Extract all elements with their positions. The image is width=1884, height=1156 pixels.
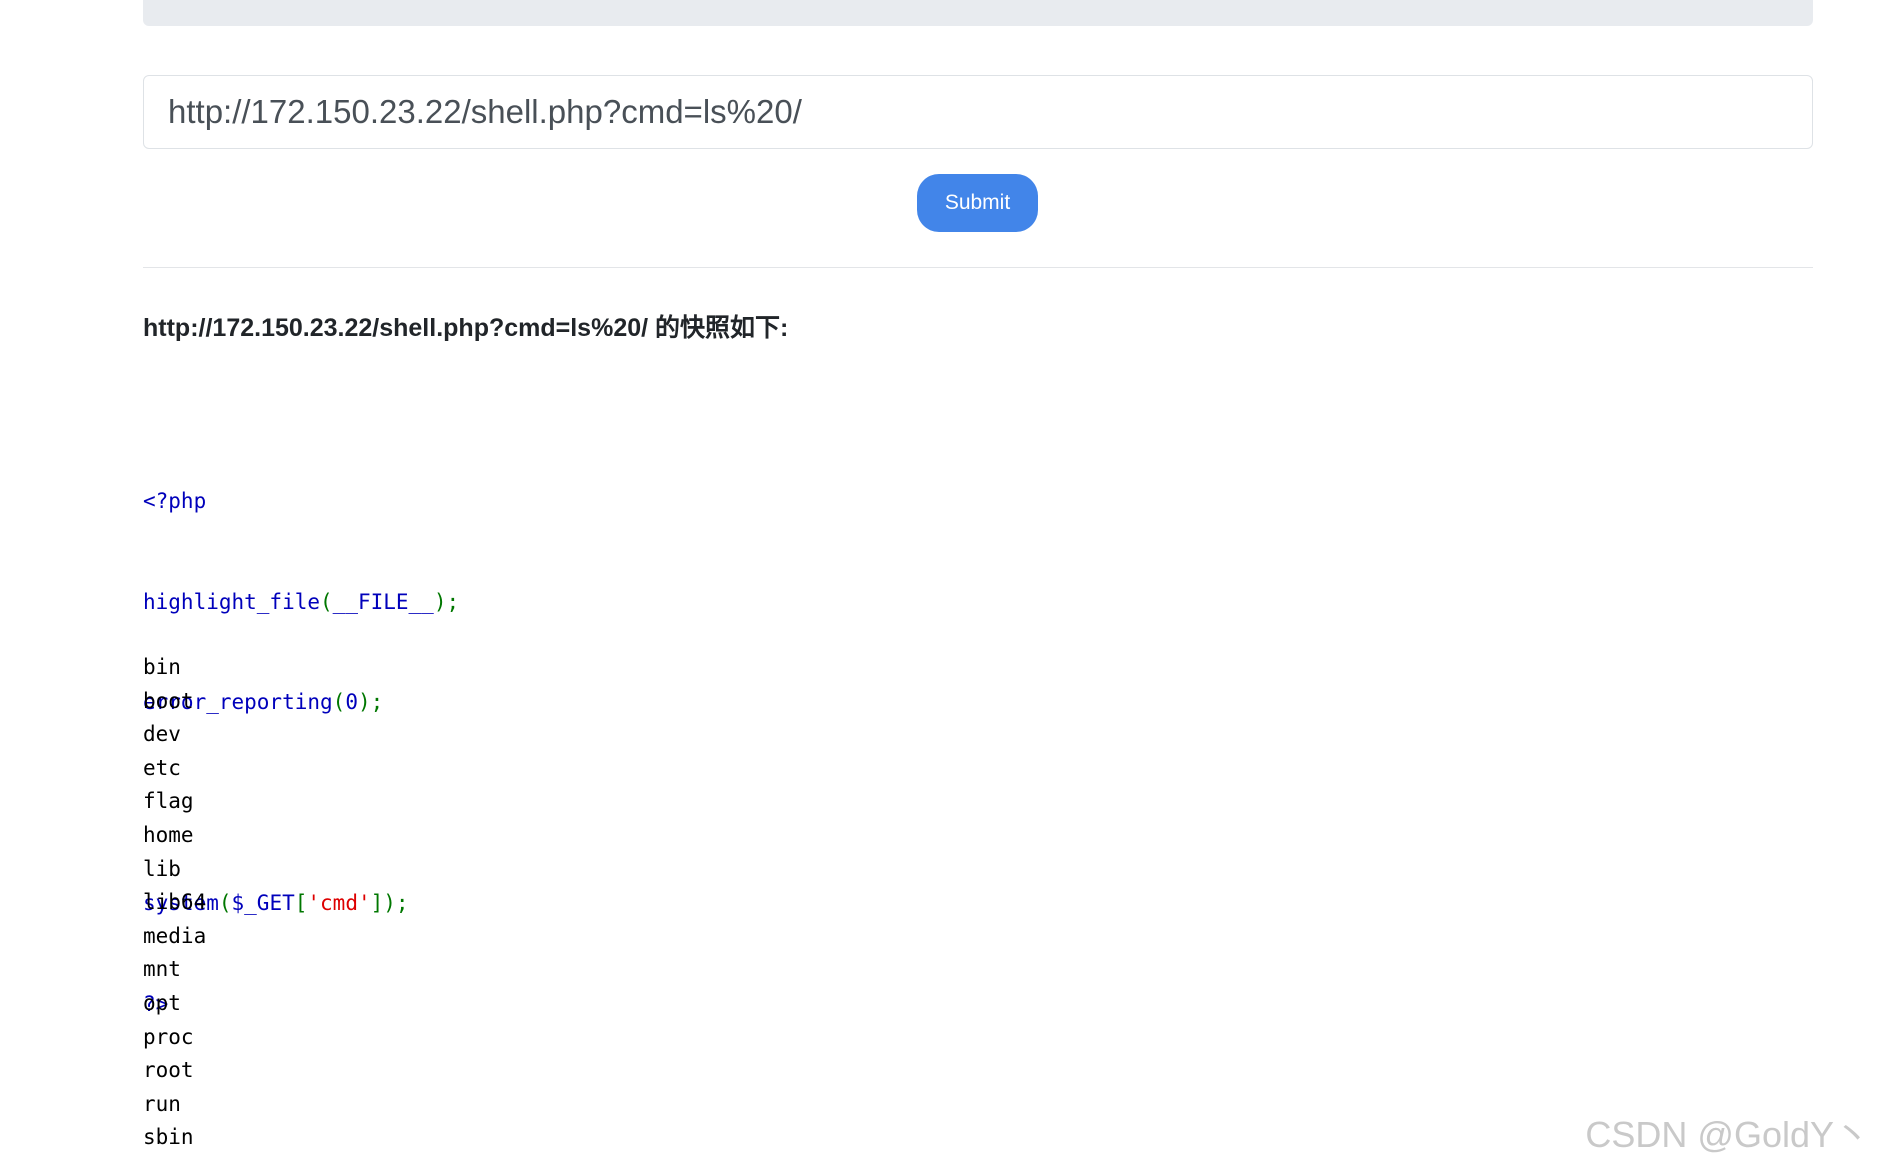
output-line: proc (143, 1024, 194, 1049)
code-punctuation: ( (320, 589, 333, 614)
output-line: flag (143, 789, 194, 814)
code-punctuation: ); (433, 589, 460, 614)
code-variable: $_GET (231, 891, 295, 915)
output-line: media (143, 923, 207, 948)
code-constant: __FILE__ (332, 589, 434, 614)
output-line: opt (143, 990, 181, 1015)
code-punctuation: ( (218, 891, 232, 915)
submit-button[interactable]: Submit (917, 174, 1038, 232)
page: Submit http://172.150.23.22/shell.php?cm… (0, 0, 1884, 1156)
output-line: home (143, 822, 194, 847)
divider (143, 267, 1813, 268)
output-line: sbin (143, 1125, 194, 1150)
output-line: etc (143, 755, 181, 780)
output-line: dev (143, 722, 181, 747)
code-punctuation: ); (357, 690, 384, 714)
command-output: bin boot dev etc flag home lib lib64 med… (143, 651, 206, 1155)
top-panel-edge (143, 0, 1813, 26)
output-line: run (143, 1091, 181, 1116)
php-open-tag: <?php (143, 489, 207, 513)
snapshot-heading: http://172.150.23.22/shell.php?cmd=ls%20… (143, 314, 789, 342)
url-input[interactable] (143, 75, 1813, 149)
output-line: boot (143, 688, 194, 713)
code-line: highlight_file(__FILE__); (143, 586, 459, 620)
code-line: <?php (143, 485, 459, 519)
output-line: mnt (143, 957, 181, 982)
code-number: 0 (345, 690, 358, 714)
code-punctuation: ( (332, 690, 346, 714)
output-line: lib64 (143, 890, 207, 915)
output-line: lib (143, 856, 181, 881)
output-line: root (143, 1058, 194, 1083)
code-punctuation: [ (294, 891, 308, 915)
code-punctuation: ]); (370, 891, 409, 915)
watermark: CSDN @GoldY丶 (1585, 1114, 1870, 1155)
code-function: highlight_file (143, 589, 321, 614)
output-line: bin (143, 655, 181, 679)
code-string: 'cmd' (307, 891, 371, 915)
